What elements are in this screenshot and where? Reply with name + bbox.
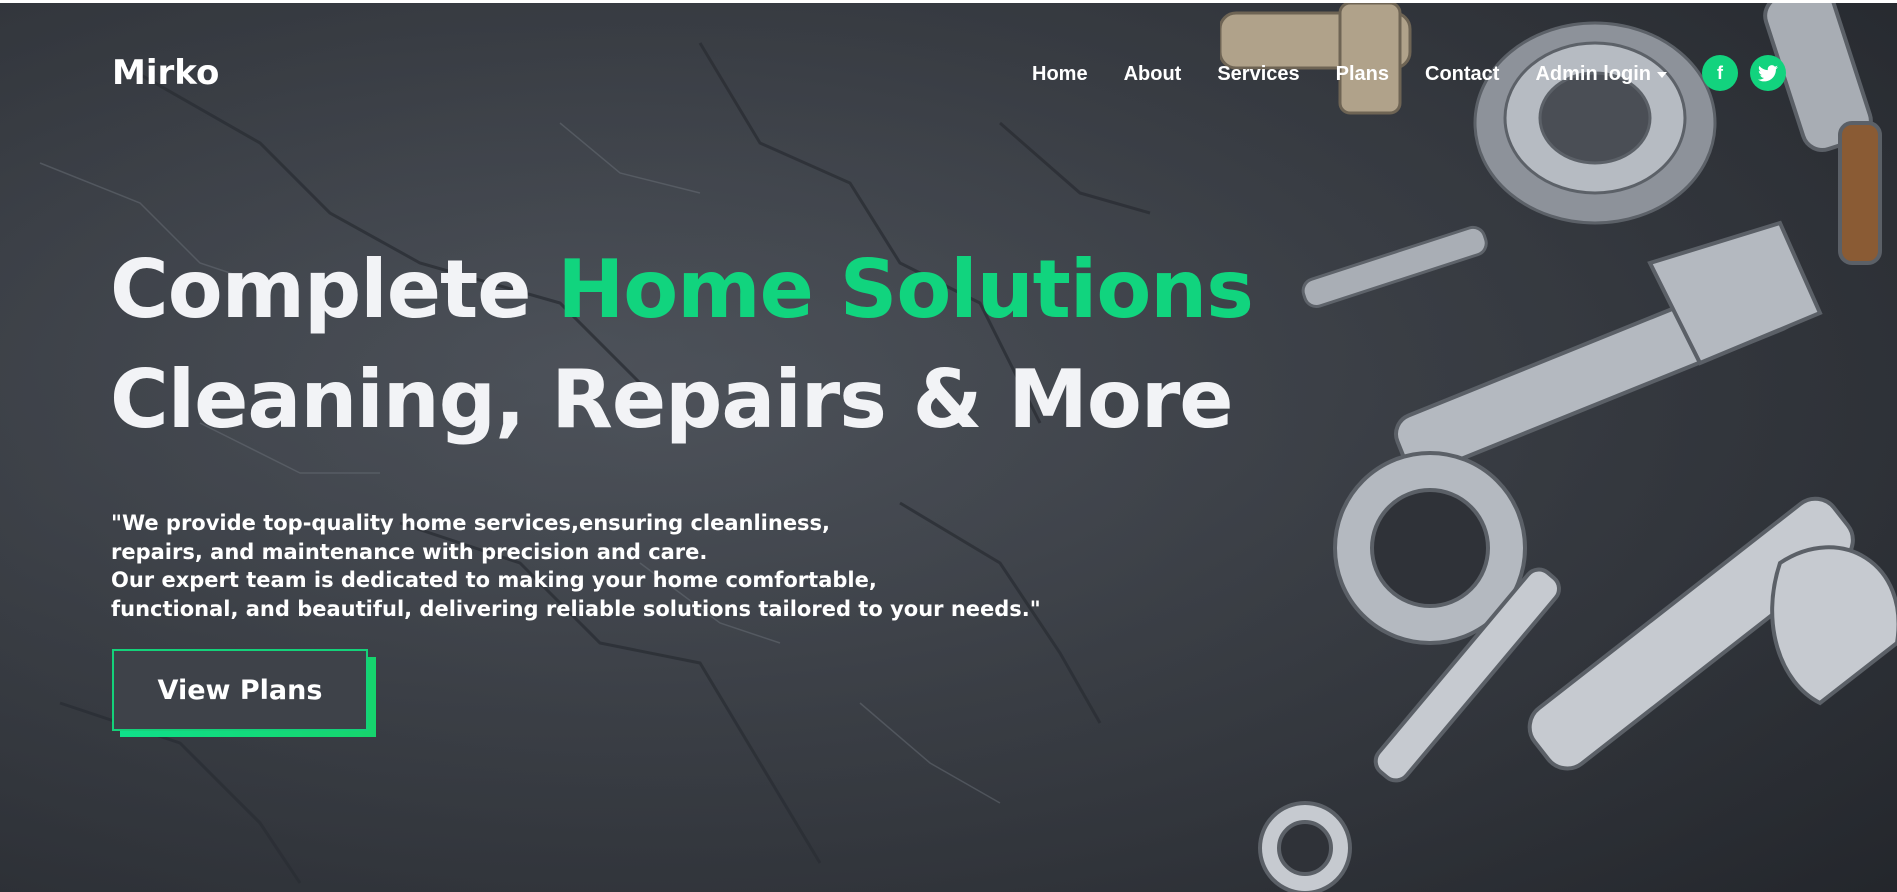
facebook-icon[interactable]: f — [1702, 55, 1738, 91]
facebook-glyph: f — [1717, 62, 1723, 83]
nav-item-contact[interactable]: Contact — [1425, 63, 1499, 86]
tagline-line-2: repairs, and maintenance with precision … — [111, 539, 708, 564]
headline-part-1: Complete — [110, 243, 558, 336]
tagline-line-1: "We provide top-quality home services,en… — [111, 511, 831, 535]
social-links: f — [1702, 55, 1786, 91]
admin-login-label: Admin login — [1535, 62, 1651, 85]
tagline-line-4: functional, and beautiful, delivering re… — [111, 596, 1041, 621]
main-nav: Home About Services Plans Contact Admin … — [1032, 61, 1667, 87]
nav-item-plans[interactable]: Plans — [1336, 63, 1389, 86]
tools-image — [1220, 3, 1897, 892]
caret-down-icon — [1657, 72, 1667, 78]
hero-headline: Complete Home Solutions Cleaning, Repair… — [110, 235, 1254, 455]
headline-accent: Home Solutions — [557, 243, 1254, 336]
headline-line-2: Cleaning, Repairs & More — [110, 353, 1234, 446]
nav-item-about[interactable]: About — [1124, 63, 1182, 86]
admin-login-dropdown[interactable]: Admin login — [1535, 63, 1667, 86]
twitter-icon[interactable] — [1750, 55, 1786, 91]
nav-item-home[interactable]: Home — [1032, 63, 1088, 86]
view-plans-button-wrap: View Plans — [112, 649, 376, 741]
view-plans-button[interactable]: View Plans — [112, 649, 368, 731]
hero-tagline: "We provide top-quality home services,en… — [111, 509, 1041, 623]
twitter-bird-icon — [1758, 64, 1778, 81]
nav-item-services[interactable]: Services — [1217, 63, 1299, 86]
brand-logo[interactable]: Mirko — [112, 53, 219, 93]
hero-section: Mirko Home About Services Plans Contact … — [0, 3, 1897, 892]
tagline-line-3: Our expert team is dedicated to making y… — [111, 568, 877, 592]
